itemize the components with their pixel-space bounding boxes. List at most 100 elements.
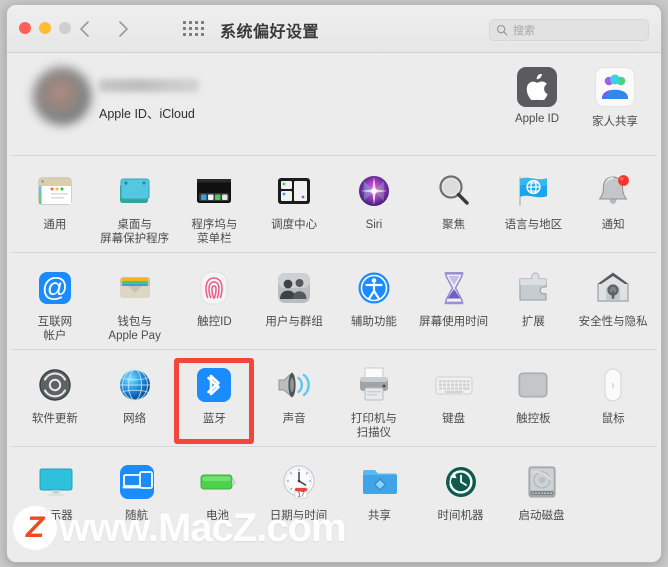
account-name [99, 79, 199, 92]
pref-pane-dock-menubar[interactable]: 程序坞与 菜单栏 [175, 166, 255, 246]
pref-pane-date-time[interactable]: 17 日期与时间 [258, 457, 339, 523]
pref-pane-label: 屏幕使用时间 [419, 316, 489, 328]
pref-row-2: @ 互联网 帐户 钱包与 Apple Pay 触控ID 用户与群组 辅助功能 屏… [7, 253, 661, 349]
mouse-icon [592, 364, 634, 406]
window-titlebar: 系统偏好设置 搜索 [7, 5, 661, 53]
pref-pane-displays[interactable]: 显示器 [15, 457, 96, 523]
pref-pane-label: 家人共享 [592, 116, 638, 128]
pref-row-1: 通用 桌面与 屏幕保护程序 程序坞与 菜单栏 调度中心 Siri 聚焦 语言与地… [7, 156, 661, 252]
pref-pane-label: 声音 [282, 413, 306, 425]
pref-pane-network[interactable]: 网络 [95, 360, 175, 440]
pref-pane-keyboard[interactable]: 键盘 [414, 360, 494, 440]
pref-pane-desktop-screensaver[interactable]: 桌面与 屏幕保护程序 [95, 166, 175, 246]
extensions-icon [512, 267, 554, 309]
pref-pane-wallet-applepay[interactable]: 钱包与 Apple Pay [95, 263, 175, 343]
pref-pane-security-privacy[interactable]: 安全性与隐私 [573, 263, 653, 343]
sound-icon [273, 364, 315, 406]
search-icon [496, 24, 508, 36]
grid-view-icon[interactable] [183, 21, 205, 37]
search-placeholder: 搜索 [513, 25, 535, 37]
pref-pane-general[interactable]: 通用 [15, 166, 95, 246]
pref-row-3: 软件更新 网络 蓝牙 声音 打印机与 扫描仪 键盘 触控板 鼠标 [7, 350, 661, 446]
sidecar-icon [116, 461, 158, 503]
pref-pane-siri[interactable]: Siri [334, 166, 414, 246]
pref-pane-screen-time[interactable]: 屏幕使用时间 [414, 263, 494, 343]
pref-pane-language-region[interactable]: 语言与地区 [494, 166, 574, 246]
pref-pane-printers-scanners[interactable]: 打印机与 扫描仪 [334, 360, 414, 440]
forward-button[interactable] [111, 16, 137, 42]
pref-pane-label: 桌面与 屏幕保护程序 [100, 219, 170, 245]
mission-control-icon [273, 170, 315, 212]
displays-icon [35, 461, 77, 503]
pref-pane-label: 互联网 帐户 [37, 316, 73, 342]
pref-pane-label: 安全性与隐私 [578, 316, 648, 328]
bluetooth-icon [193, 364, 235, 406]
pref-pane-accessibility[interactable]: 辅助功能 [334, 263, 414, 343]
pref-pane-users-groups[interactable]: 用户与群组 [254, 263, 334, 343]
pref-pane-sidecar[interactable]: 随航 [96, 457, 177, 523]
trackpad-icon [512, 364, 554, 406]
battery-icon [197, 461, 239, 503]
pref-pane-label: 启动磁盘 [518, 510, 565, 522]
avatar[interactable] [33, 67, 91, 125]
pref-pane-time-machine[interactable]: 时间机器 [420, 457, 501, 523]
pref-pane-label: 日期与时间 [269, 510, 328, 522]
svg-text:17: 17 [297, 492, 305, 499]
system-preferences-window: 系统偏好设置 搜索 Apple ID、iCloud Apple ID 家人共享 … [6, 4, 662, 563]
chevron-right-icon [119, 21, 128, 37]
apple-id-row[interactable]: Apple ID、iCloud Apple ID 家人共享 [7, 53, 661, 155]
pref-pane-label: 扩展 [521, 316, 545, 328]
family-sharing-icon [595, 67, 635, 107]
pref-pane-label: 时间机器 [437, 510, 484, 522]
pref-pane-label: 调度中心 [271, 219, 318, 231]
pref-pane-bluetooth[interactable]: 蓝牙 [175, 360, 255, 440]
svg-text:@: @ [42, 272, 68, 302]
pref-pane-label: 软件更新 [31, 413, 78, 425]
pref-pane-touch-id[interactable]: 触控ID [175, 263, 255, 343]
pref-pane-label: 随航 [125, 510, 148, 522]
language-region-icon [512, 170, 554, 212]
pref-pane-notifications[interactable]: 通知 [573, 166, 653, 246]
minimize-button[interactable] [39, 22, 51, 34]
software-update-icon [34, 364, 76, 406]
pref-pane-software-update[interactable]: 软件更新 [15, 360, 95, 440]
pref-pane-label: 通用 [43, 219, 67, 231]
keyboard-icon [433, 364, 475, 406]
back-button[interactable] [71, 16, 97, 42]
pref-pane-trackpad[interactable]: 触控板 [494, 360, 574, 440]
pref-pane-battery[interactable]: 电池 [177, 457, 258, 523]
close-button[interactable] [19, 22, 31, 34]
pref-pane-label: 打印机与 扫描仪 [350, 413, 397, 439]
zoom-button[interactable] [59, 22, 71, 34]
pref-pane-sharing[interactable]: 共享 [339, 457, 420, 523]
account-subtitle: Apple ID、iCloud [99, 107, 195, 121]
time-machine-icon [440, 461, 482, 503]
startup-disk-icon [521, 461, 563, 503]
pref-pane-startup-disk[interactable]: 启动磁盘 [501, 457, 582, 523]
apple-logo-icon [517, 67, 557, 107]
pref-pane-extensions[interactable]: 扩展 [494, 263, 574, 343]
internet-accounts-icon: @ [34, 267, 76, 309]
desktop-screensaver-icon [114, 170, 156, 212]
pref-pane-label: 鼠标 [601, 413, 625, 425]
pref-pane-label: 触控ID [197, 316, 232, 328]
pref-pane-mouse[interactable]: 鼠标 [573, 360, 653, 440]
pref-pane-label: 网络 [123, 413, 147, 425]
pref-pane-label: Siri [365, 219, 383, 231]
search-field[interactable]: 搜索 [489, 19, 649, 41]
pref-pane-label: 辅助功能 [350, 316, 397, 328]
pref-pane-family-sharing[interactable]: 家人共享 [577, 67, 653, 129]
pref-pane-label: 触控板 [516, 413, 551, 425]
sharing-icon [359, 461, 401, 503]
security-privacy-icon [592, 267, 634, 309]
pref-pane-label: 语言与地区 [504, 219, 563, 231]
general-icon [34, 170, 76, 212]
date-time-icon: 17 [278, 461, 320, 503]
pref-pane-spotlight[interactable]: 聚焦 [414, 166, 494, 246]
pref-pane-sound[interactable]: 声音 [254, 360, 334, 440]
pref-pane-apple-id[interactable]: Apple ID [499, 67, 575, 125]
pref-pane-mission-control[interactable]: 调度中心 [254, 166, 334, 246]
pref-pane-internet-accounts[interactable]: @ 互联网 帐户 [15, 263, 95, 343]
pref-pane-label: 电池 [206, 510, 229, 522]
pref-pane-label: 蓝牙 [202, 413, 226, 425]
